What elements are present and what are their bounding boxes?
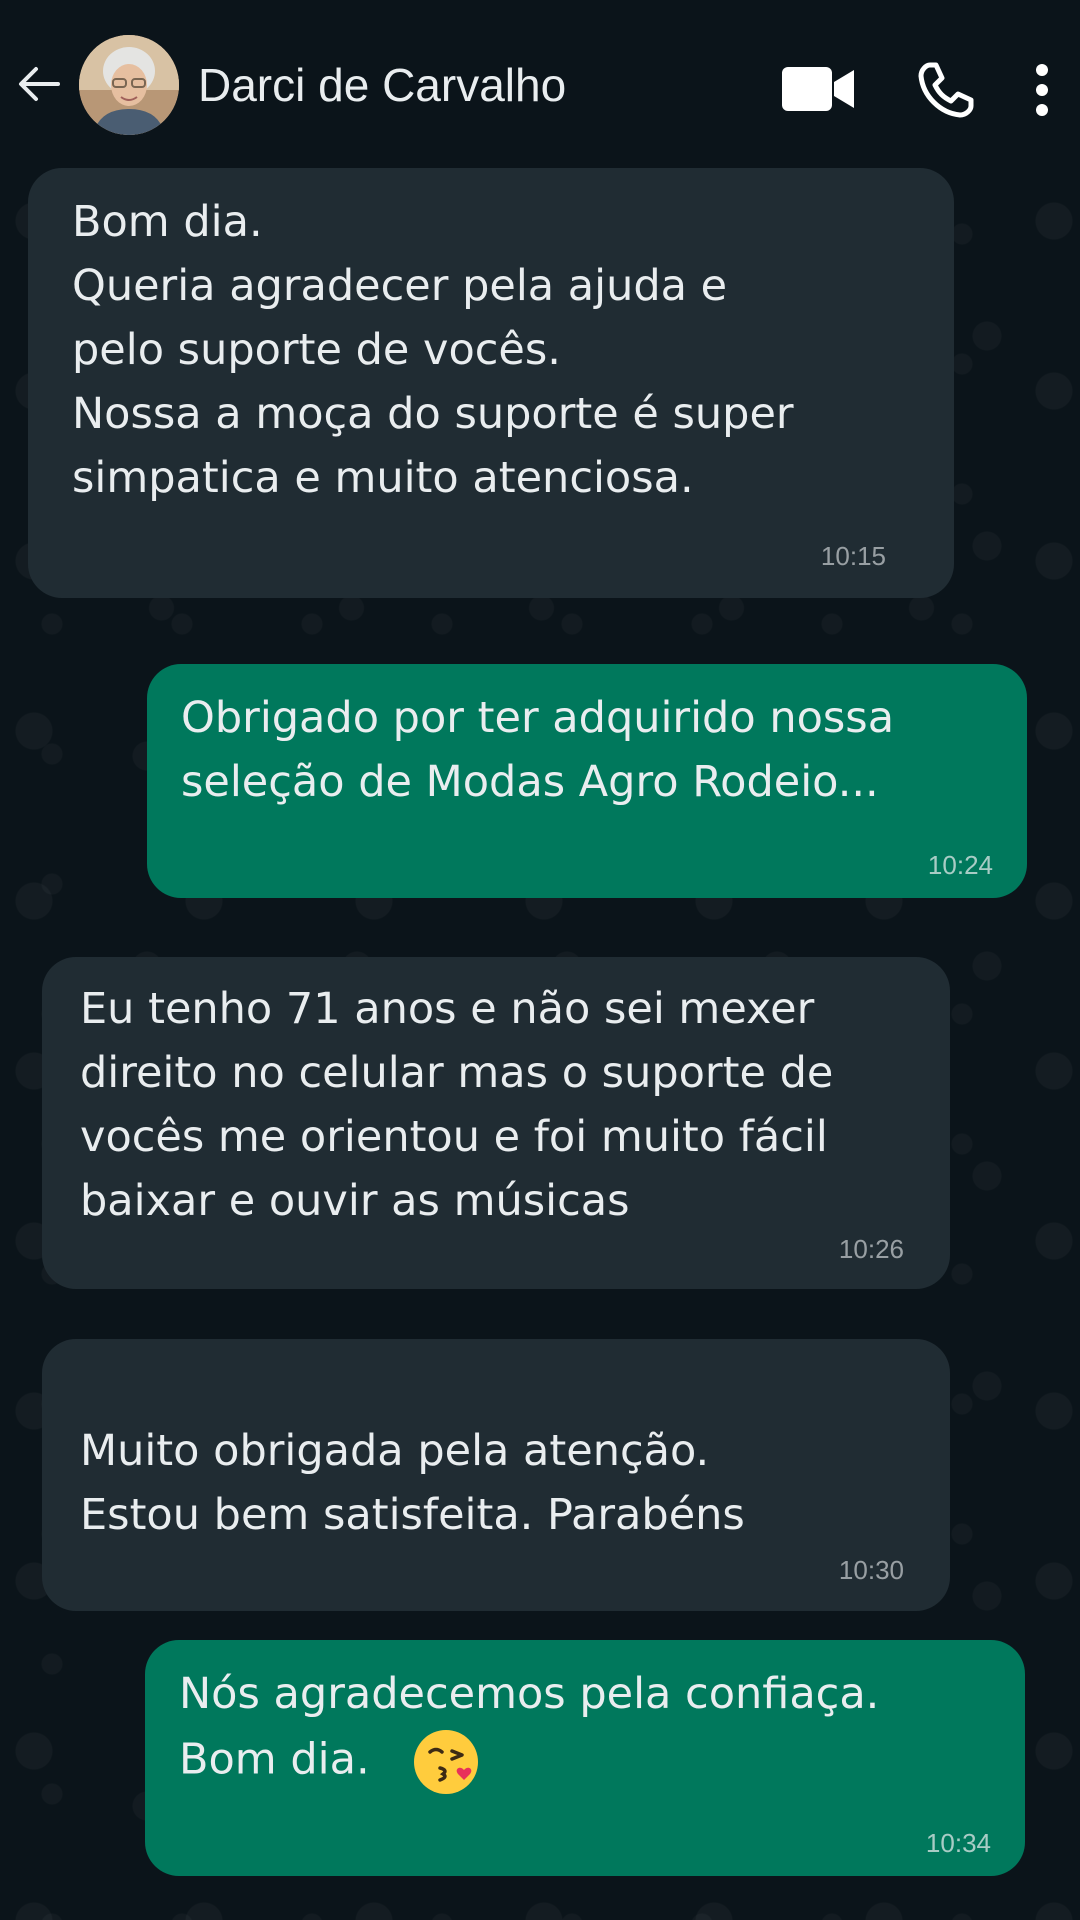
- more-vertical-icon: [1036, 64, 1048, 116]
- message-time: 10:24: [927, 850, 993, 880]
- avatar-photo: [79, 35, 179, 135]
- message-text: Eu tenho 71 anos e não sei mexer direito…: [80, 984, 834, 1226]
- incoming-message[interactable]: Eu tenho 71 anos e não sei mexer direito…: [42, 957, 950, 1289]
- message-text-content: Nós agradecemos pela confiaça. Bom dia.: [179, 1669, 880, 1785]
- chat-header: Darci de Carvalho: [0, 0, 1080, 170]
- contact-name[interactable]: Darci de Carvalho: [198, 55, 566, 115]
- incoming-message[interactable]: Bom dia. Queria agradecer pela ajuda e p…: [28, 168, 954, 598]
- face-blowing-kiss-emoji: [413, 1730, 478, 1794]
- message-time: 10:15: [820, 541, 886, 571]
- back-button[interactable]: [12, 56, 68, 112]
- avatar[interactable]: [79, 35, 179, 135]
- incoming-message[interactable]: Muito obrigada pela atenção. Estou bem s…: [42, 1339, 950, 1611]
- message-time: 10:26: [838, 1234, 904, 1264]
- video-call-button[interactable]: [780, 64, 856, 114]
- message-text: Muito obrigada pela atenção. Estou bem s…: [80, 1426, 745, 1540]
- outgoing-message[interactable]: Nós agradecemos pela confiaça. Bom dia. …: [145, 1640, 1025, 1876]
- chat-screen: Darci de Carvalho Bom dia. Queria agrade…: [0, 0, 1080, 1920]
- message-text: Nós agradecemos pela confiaça. Bom dia.: [179, 1662, 879, 1798]
- phone-icon: [918, 62, 974, 118]
- voice-call-button[interactable]: [916, 60, 976, 120]
- more-options-button[interactable]: [1026, 60, 1058, 120]
- video-camera-icon: [782, 67, 854, 111]
- message-time: 10:34: [925, 1828, 991, 1858]
- arrow-left-icon: [19, 67, 60, 101]
- message-text: Obrigado por ter adquirido nossa seleção…: [181, 693, 895, 807]
- message-text: Bom dia. Queria agradecer pela ajuda e p…: [72, 197, 794, 503]
- message-time: 10:30: [838, 1555, 904, 1585]
- outgoing-message[interactable]: Obrigado por ter adquirido nossa seleção…: [147, 664, 1027, 898]
